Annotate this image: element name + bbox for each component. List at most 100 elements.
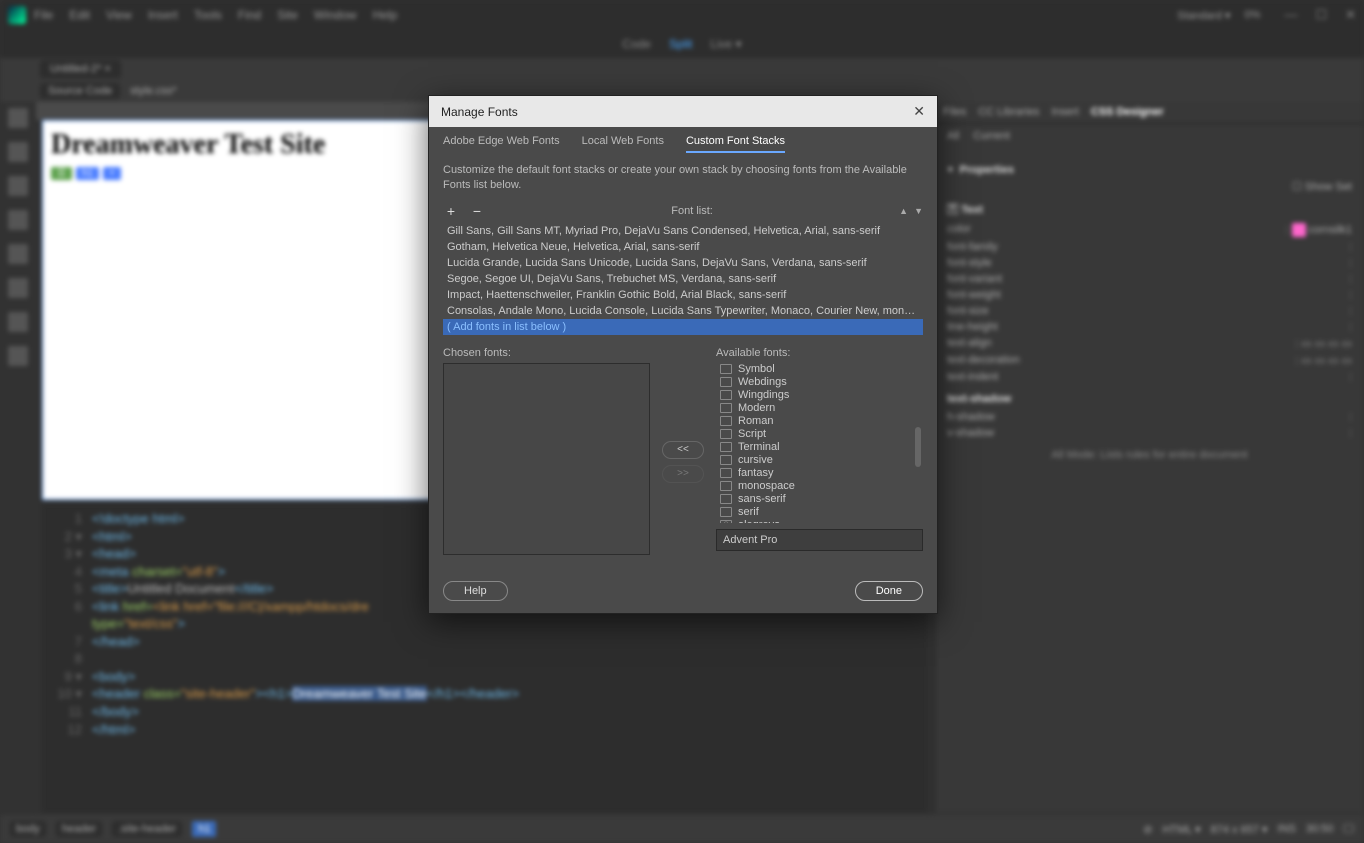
view-split[interactable]: Split [669,37,692,51]
font-stack-row[interactable]: Gill Sans, Gill Sans MT, Myriad Pro, Dej… [443,223,923,239]
menu-tools[interactable]: Tools [194,8,222,22]
font-stack-row[interactable]: Lucida Grande, Lucida Sans Unicode, Luci… [443,255,923,271]
font-stack-row[interactable]: Impact, Haettenschweiler, Franklin Gothi… [443,287,923,303]
panel-tab-files[interactable]: Files [943,106,966,119]
available-font-row[interactable]: cursive [716,454,923,467]
status-size[interactable]: 874 x 657 ▾ [1211,823,1268,836]
done-button[interactable]: Done [855,581,923,601]
menu-window[interactable]: Window [314,8,357,22]
font-type-icon [720,429,732,439]
font-stack-row[interactable]: Segoe, Segoe UI, DejaVu Sans, Trebuchet … [443,271,923,287]
tool-icon[interactable] [8,176,28,196]
remove-stack-icon[interactable]: − [469,203,485,219]
crumb-header[interactable]: header [56,821,102,837]
available-fonts-label: Available fonts: [716,347,923,359]
move-down-icon[interactable]: ▼ [914,206,923,216]
workspace-switcher[interactable]: Standard ▾ [1177,9,1230,22]
view-live[interactable]: Live ▾ [710,37,741,51]
color-swatch[interactable] [1292,223,1306,237]
tool-icon[interactable] [8,108,28,128]
crumb-siteheader[interactable]: .site-header [112,821,182,837]
crumb-h1[interactable]: h1 [192,821,216,837]
font-stack-row[interactable]: Consolas, Andale Mono, Lucida Console, L… [443,303,923,319]
view-code[interactable]: Code [622,37,651,51]
scope-current[interactable]: Current [973,130,1010,142]
tab-local-web[interactable]: Local Web Fonts [582,135,664,153]
available-font-row[interactable]: Modern [716,402,923,415]
font-type-icon: ⊙ [720,520,732,523]
tool-icon[interactable] [8,142,28,162]
available-font-row[interactable]: Webdings [716,376,923,389]
font-search-input[interactable] [716,529,923,551]
menu-help[interactable]: Help [373,8,398,22]
tab-adobe-edge[interactable]: Adobe Edge Web Fonts [443,135,560,153]
font-type-icon [720,507,732,517]
add-badge[interactable]: + [103,167,121,180]
menu-edit[interactable]: Edit [69,8,90,22]
panel-tab-cc[interactable]: CC Libraries [978,106,1039,119]
available-font-row[interactable]: ⊙alegreya [716,519,923,523]
font-type-icon [720,442,732,452]
available-font-row[interactable]: Script [716,428,923,441]
tab-custom-stacks[interactable]: Custom Font Stacks [686,135,785,153]
document-tab[interactable]: Untitled-2* × [40,60,121,78]
font-type-icon [720,494,732,504]
maximize-icon[interactable]: ☐ [1315,7,1327,23]
font-type-icon [720,403,732,413]
element-tag-badge[interactable]: h1 [76,167,99,180]
menu-site[interactable]: Site [277,8,298,22]
font-type-icon [720,455,732,465]
menu-find[interactable]: Find [238,8,261,22]
font-type-icon [720,468,732,478]
move-right-button[interactable]: >> [662,465,704,483]
available-font-row[interactable]: Terminal [716,441,923,454]
close-window-icon[interactable]: ✕ [1345,7,1356,23]
move-up-icon[interactable]: ▲ [899,206,908,216]
tool-palette [0,102,36,813]
help-button[interactable]: Help [443,581,508,601]
status-lang[interactable]: HTML ▾ [1162,823,1200,836]
available-font-row[interactable]: Roman [716,415,923,428]
dialog-title: Manage Fonts [441,105,518,119]
panel-tab-cssdesigner[interactable]: CSS Designer [1091,106,1164,119]
font-type-icon [720,377,732,387]
scope-all[interactable]: All [947,130,959,142]
add-stack-icon[interactable]: + [443,203,459,219]
dialog-description: Customize the default font stacks or cre… [443,163,923,193]
crumb-body[interactable]: body [10,821,46,837]
menu-insert[interactable]: Insert [148,8,178,22]
chosen-fonts-list[interactable] [443,363,650,555]
tool-icon[interactable] [8,244,28,264]
available-font-row[interactable]: serif [716,506,923,519]
element-badge[interactable]: ☰ [51,167,72,180]
menu-file[interactable]: File [34,8,53,22]
app-logo [8,6,26,24]
minimize-icon[interactable]: — [1284,7,1297,23]
available-font-row[interactable]: sans-serif [716,493,923,506]
sync-status[interactable]: 0% [1245,9,1261,21]
available-font-row[interactable]: monospace [716,480,923,493]
font-stack-list[interactable]: Gill Sans, Gill Sans MT, Myriad Pro, Dej… [443,223,923,335]
status-preview-icon[interactable]: 🖵 [1343,823,1354,836]
available-fonts-list[interactable]: Symbol Webdings Wingdings Modern Roman S… [716,363,923,523]
font-type-icon [720,416,732,426]
menu-view[interactable]: View [106,8,132,22]
tool-icon[interactable] [8,346,28,366]
tool-icon[interactable] [8,312,28,332]
available-font-row[interactable]: Symbol [716,363,923,376]
add-fonts-row[interactable]: ( Add fonts in list below ) [443,319,923,335]
font-type-icon [720,364,732,374]
close-icon[interactable]: ✕ [913,103,925,120]
available-font-row[interactable]: Wingdings [716,389,923,402]
tool-icon[interactable] [8,278,28,298]
source-code-btn[interactable]: Source Code [40,83,120,99]
status-bar: body header .site-header h1 ⊘ HTML ▾ 874… [0,815,1364,843]
available-font-row[interactable]: fantasy [716,467,923,480]
linked-file[interactable]: style.css* [130,85,176,97]
font-stack-row[interactable]: Gotham, Helvetica Neue, Helvetica, Arial… [443,239,923,255]
panel-tab-insert[interactable]: Insert [1051,106,1079,119]
tool-icon[interactable] [8,210,28,230]
manage-fonts-dialog: Manage Fonts ✕ Adobe Edge Web Fonts Loca… [428,95,938,614]
font-type-icon [720,481,732,491]
move-left-button[interactable]: << [662,441,704,459]
